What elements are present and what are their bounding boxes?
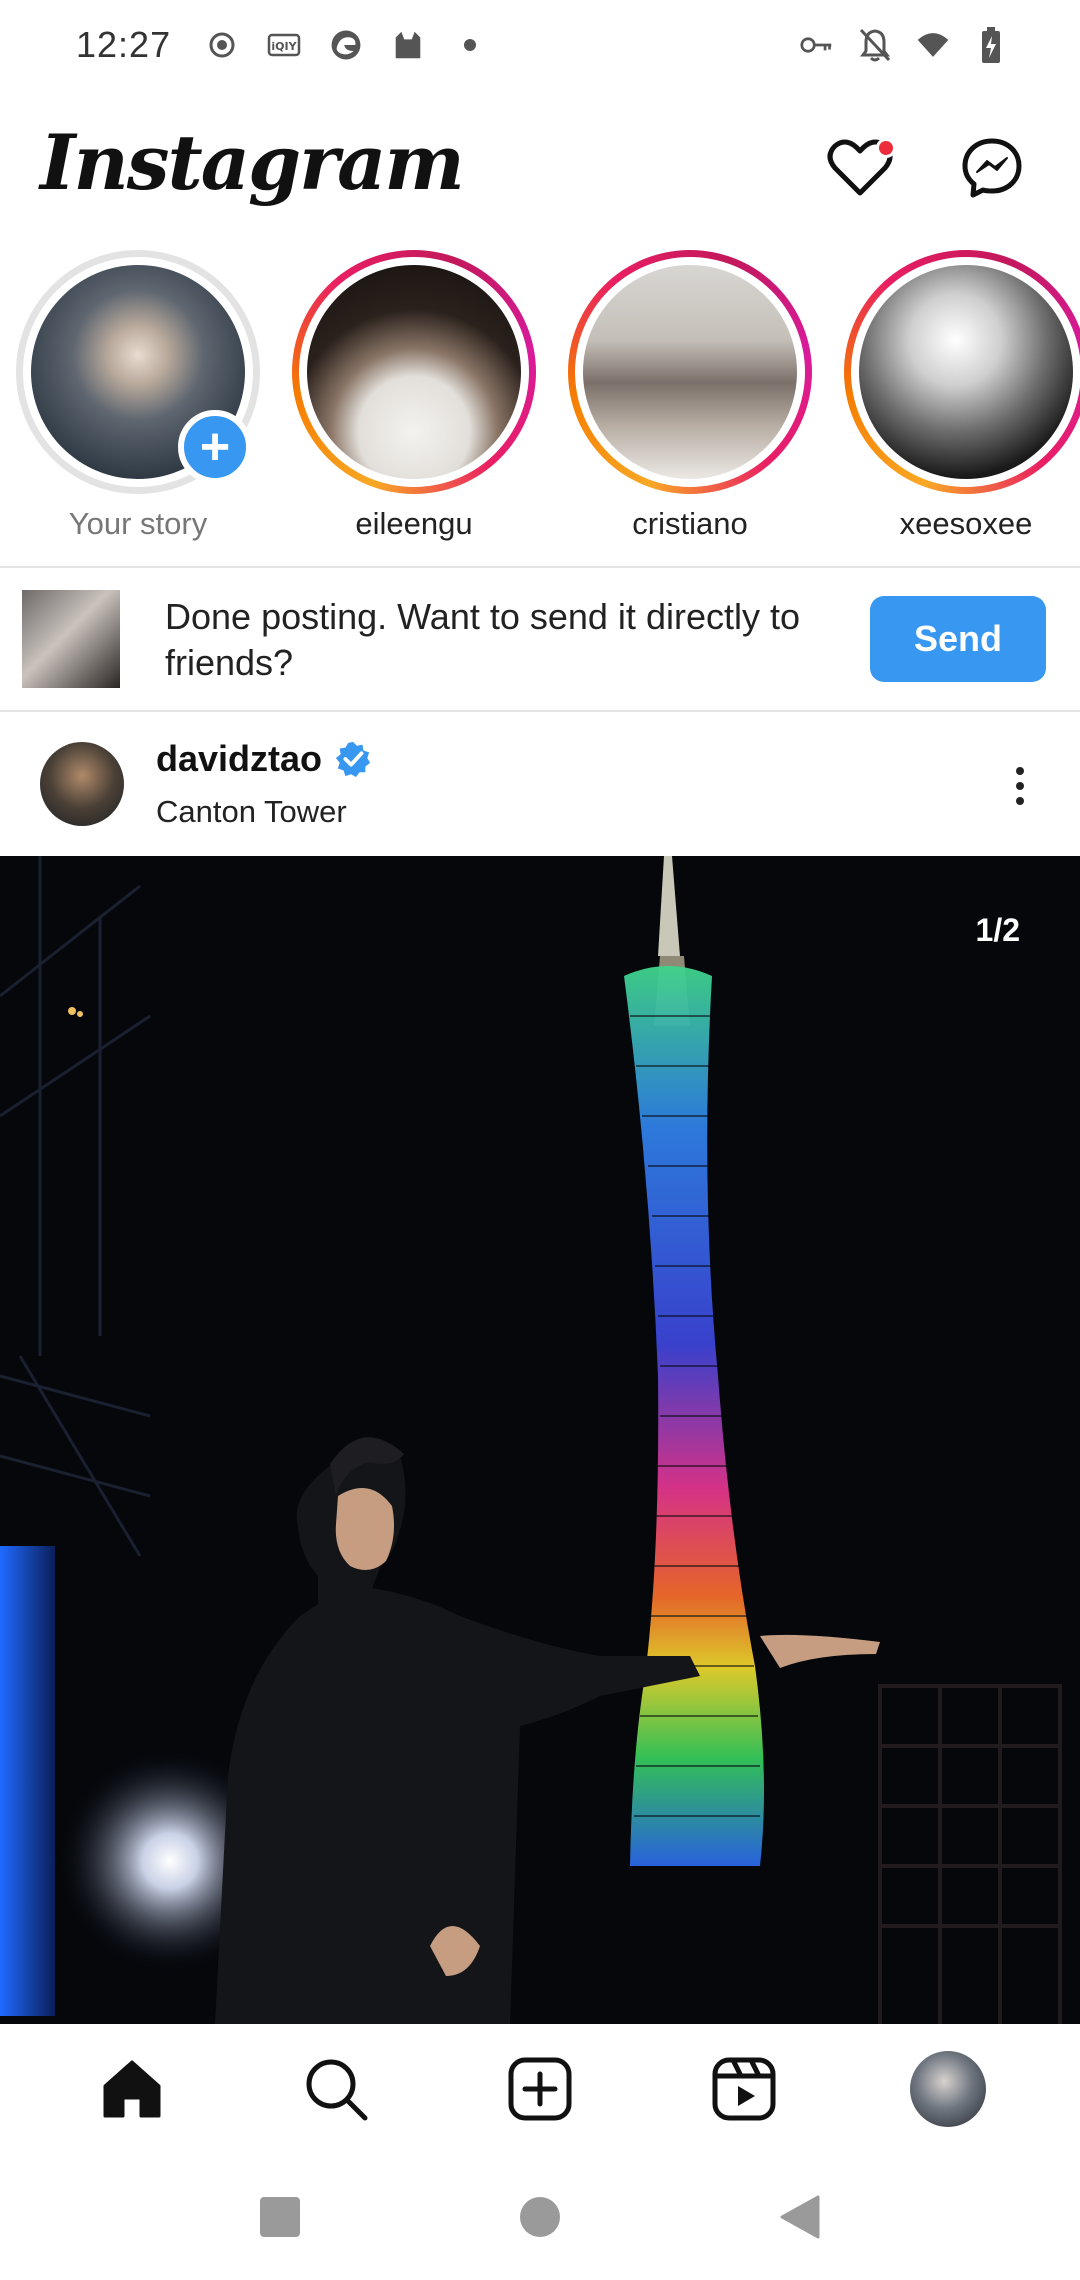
bell-off-icon [858, 28, 892, 62]
story-ring [844, 250, 1080, 494]
nav-create[interactable] [500, 2049, 580, 2129]
create-icon [508, 2057, 572, 2121]
edge-browser-icon [329, 28, 363, 62]
story-xeesoxee[interactable]: xeesoxee [844, 250, 1080, 542]
search-icon [306, 2059, 368, 2121]
system-navigation [0, 2154, 1080, 2280]
record-icon [205, 28, 239, 62]
story-ring [292, 250, 536, 494]
more-options-button[interactable] [990, 754, 1050, 818]
canton-tower-photo [0, 856, 1080, 2024]
more-dot [1016, 797, 1024, 805]
stories-tray: + Your story eileengu cristiano xeesoxee [0, 250, 1080, 560]
send-prompt-text: Done posting. Want to send it directly t… [165, 596, 800, 683]
nav-home[interactable] [92, 2049, 172, 2129]
status-notification-icons: iQIY [205, 28, 487, 62]
story-avatar [583, 265, 797, 479]
story-label: Your story [68, 506, 208, 541]
iqiyi-icon: iQIY [267, 28, 301, 62]
reels-icon [712, 2057, 776, 2121]
instagram-logo[interactable]: Instagram [40, 118, 465, 207]
dot-icon [453, 28, 487, 62]
messenger-icon [962, 138, 1022, 198]
more-dot [1016, 782, 1024, 790]
post-username[interactable]: davidztao [156, 738, 322, 780]
messenger-button[interactable] [952, 128, 1032, 208]
story-eileengu[interactable]: eileengu [292, 250, 536, 542]
post-thumbnail [22, 590, 120, 688]
story-avatar [307, 265, 521, 479]
back-button[interactable] [770, 2187, 830, 2247]
wifi-icon [916, 28, 950, 62]
story-label: eileengu [355, 506, 473, 541]
bottom-navigation [0, 2024, 1080, 2154]
send-button[interactable]: Send [870, 596, 1046, 682]
story-label: xeesoxee [899, 506, 1033, 541]
profile-avatar [910, 2051, 986, 2127]
post-location[interactable]: Canton Tower [156, 794, 347, 830]
back-icon [780, 2195, 820, 2239]
notification-dot [876, 138, 896, 158]
story-ring [568, 250, 812, 494]
story-cristiano[interactable]: cristiano [568, 250, 812, 542]
nav-search[interactable] [296, 2049, 376, 2129]
story-avatar [859, 265, 1073, 479]
recents-button[interactable] [250, 2187, 310, 2247]
carousel-counter: 1/2 [975, 912, 1020, 948]
status-bar: 12:27 iQIY [0, 0, 1080, 90]
battery-charging-icon [974, 27, 1008, 63]
status-time: 12:27 [76, 24, 172, 65]
nav-profile[interactable] [908, 2049, 988, 2129]
divider [0, 710, 1080, 712]
send-to-friends-prompt: Done posting. Want to send it directly t… [0, 568, 1080, 710]
post-header: davidztao Canton Tower [0, 714, 1080, 856]
add-story-icon[interactable]: + [178, 410, 252, 484]
story-label: cristiano [632, 506, 748, 541]
more-dot [1016, 767, 1024, 775]
key-icon [800, 28, 834, 62]
activity-button[interactable] [820, 128, 900, 208]
app-header: Instagram [0, 100, 1080, 250]
svg-text:iQIY: iQIY [272, 40, 298, 53]
story-your-story[interactable]: + Your story [16, 250, 260, 542]
post-author-avatar[interactable] [40, 742, 124, 826]
story-ring: + [16, 250, 260, 494]
home-system-button[interactable] [510, 2187, 570, 2247]
recents-icon [260, 2197, 300, 2237]
home-circle-icon [520, 2197, 560, 2237]
post-author: davidztao [156, 738, 372, 780]
verified-badge-icon [335, 741, 371, 778]
home-icon [103, 2060, 161, 2118]
cat-app-icon [391, 28, 425, 62]
status-system-icons [800, 27, 1008, 63]
nav-reels[interactable] [704, 2049, 784, 2129]
post-image[interactable]: 1/2 [0, 856, 1080, 2024]
